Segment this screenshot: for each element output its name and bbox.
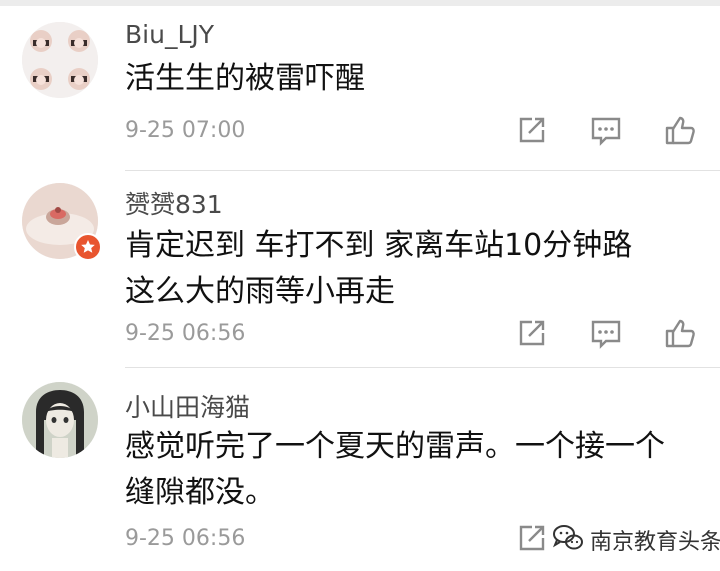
avatar[interactable] bbox=[22, 22, 98, 98]
comment-actions bbox=[512, 110, 697, 150]
comment-text: 感觉听完了一个夏天的雷声。一个接一个缝隙都没。 bbox=[125, 429, 665, 510]
verified-badge-icon bbox=[74, 233, 102, 261]
comment-icon[interactable] bbox=[586, 110, 626, 150]
comment-item: 赟赟831 肯定迟到 车打不到 家离车站10分钟路 这么大的雨等小再走 9-25… bbox=[0, 171, 720, 367]
thumbs-up-icon[interactable] bbox=[660, 110, 700, 150]
comment-time: 9-25 07:00 bbox=[125, 118, 246, 143]
wechat-icon bbox=[552, 523, 584, 553]
comment-username[interactable]: Biu_LJY bbox=[125, 20, 214, 49]
comment-username[interactable]: 赟赟831 bbox=[125, 185, 223, 221]
comment-time: 9-25 06:56 bbox=[125, 526, 246, 551]
avatar[interactable] bbox=[22, 382, 98, 458]
comment-text: 肯定迟到 车打不到 家离车站10分钟路 这么大的雨等小再走 bbox=[125, 228, 633, 309]
comment-item: Biu_LJY 活生生的被雷吓醒 9-25 07:00 bbox=[0, 0, 720, 170]
watermark-text: 南京教育头条 bbox=[590, 530, 720, 555]
watermark: 南京教育头条 bbox=[546, 516, 720, 560]
comment-icon[interactable] bbox=[586, 313, 626, 353]
comment-actions bbox=[512, 313, 697, 353]
comment-time: 9-25 06:56 bbox=[125, 321, 246, 346]
share-icon[interactable] bbox=[512, 110, 552, 150]
comment-text: 活生生的被雷吓醒 bbox=[125, 61, 365, 96]
comment-username[interactable]: 小山田海猫 bbox=[125, 388, 250, 424]
share-icon[interactable] bbox=[512, 313, 552, 353]
thumbs-up-icon[interactable] bbox=[660, 313, 700, 353]
